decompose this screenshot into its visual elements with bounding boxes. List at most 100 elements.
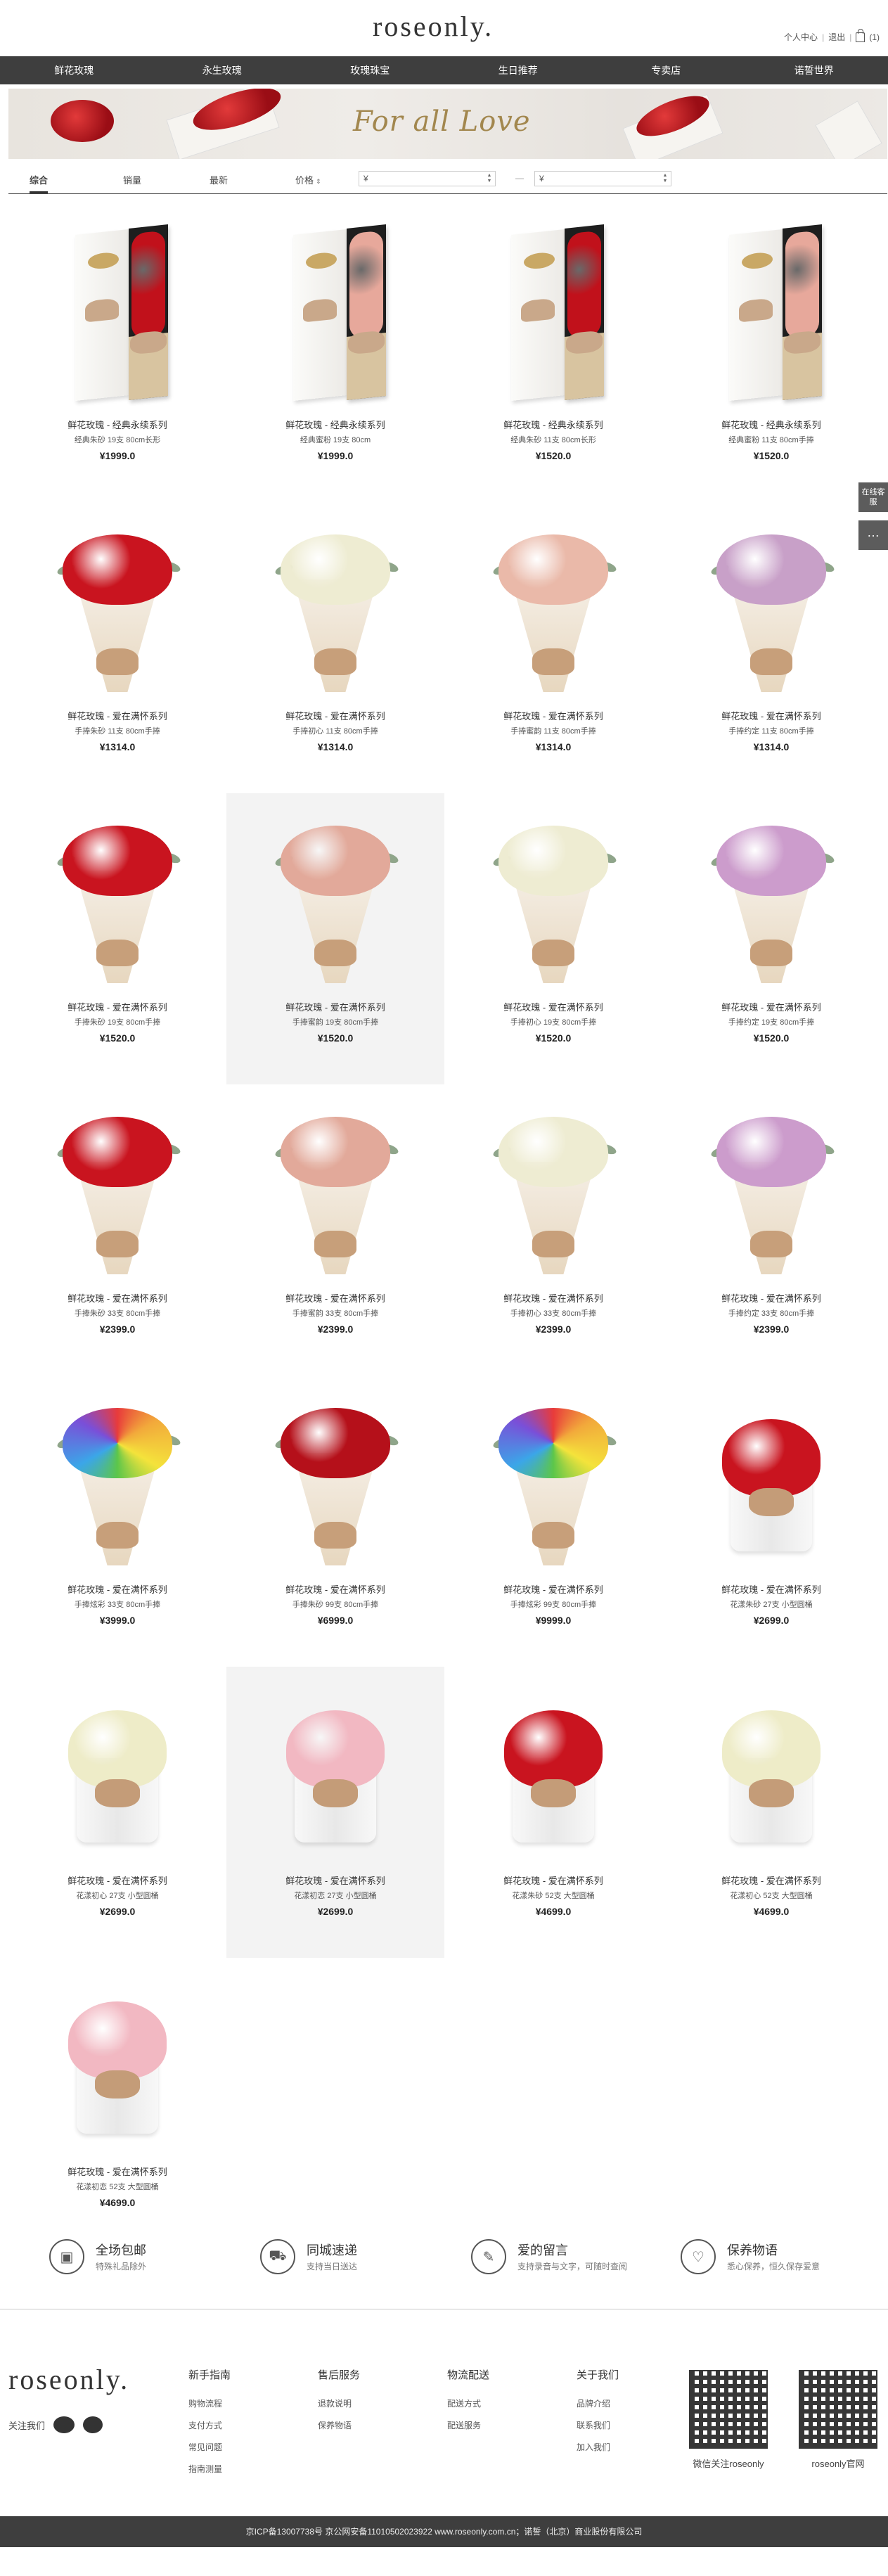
product-image[interactable]: [47, 1674, 188, 1864]
promo-banner[interactable]: For all Love: [8, 89, 887, 159]
product-card[interactable]: 鲜花玫瑰 - 爱在满怀系列 手捧朱砂 11支 80cm手捧 ¥1314.0: [8, 502, 226, 793]
product-title[interactable]: 鲜花玫瑰 - 爱在满怀系列: [8, 1873, 226, 1887]
product-image[interactable]: [265, 218, 406, 408]
product-image[interactable]: [47, 1383, 188, 1572]
product-title[interactable]: 鲜花玫瑰 - 爱在满怀系列: [662, 1291, 880, 1305]
product-card[interactable]: 鲜花玫瑰 - 爱在满怀系列 手捧初心 33支 80cm手捧 ¥2399.0: [444, 1084, 662, 1376]
chat-icon[interactable]: …: [858, 520, 888, 550]
sort-newest-tab[interactable]: 最新: [210, 173, 228, 186]
product-title[interactable]: 鲜花玫瑰 - 爱在满怀系列: [662, 709, 880, 722]
product-image[interactable]: [483, 1091, 624, 1281]
product-image[interactable]: [701, 1091, 842, 1281]
product-card[interactable]: 鲜花玫瑰 - 爱在满怀系列 手捧炫彩 33支 80cm手捧 ¥3999.0: [8, 1376, 226, 1667]
product-title[interactable]: 鲜花玫瑰 - 爱在满怀系列: [226, 709, 444, 722]
product-title[interactable]: 鲜花玫瑰 - 经典永续系列: [662, 418, 880, 431]
nav-item-fresh-roses[interactable]: 鲜花玫瑰: [0, 56, 148, 84]
weibo-icon[interactable]: [83, 2416, 103, 2433]
product-card[interactable]: 鲜花玫瑰 - 爱在满怀系列 手捧炫彩 99支 80cm手捧 ¥9999.0: [444, 1376, 662, 1667]
product-image[interactable]: [483, 800, 624, 990]
product-card[interactable]: 鲜花玫瑰 - 爱在满怀系列 手捧初心 11支 80cm手捧 ¥1314.0: [226, 502, 444, 793]
footer-link[interactable]: 指南测量: [188, 2463, 294, 2475]
product-title[interactable]: 鲜花玫瑰 - 经典永续系列: [444, 418, 662, 431]
product-card[interactable]: 鲜花玫瑰 - 爱在满怀系列 手捧约定 11支 80cm手捧 ¥1314.0: [662, 502, 880, 793]
logout-link[interactable]: 退出: [828, 31, 845, 43]
product-image[interactable]: [483, 1674, 624, 1864]
nav-item-world[interactable]: 诺誓世界: [740, 56, 888, 84]
product-card[interactable]: 鲜花玫瑰 - 经典永续系列 经典蜜粉 11支 80cm手捧 ¥1520.0: [662, 211, 880, 502]
product-card[interactable]: 鲜花玫瑰 - 经典永续系列 经典朱砂 11支 80cm长形 ¥1520.0: [444, 211, 662, 502]
footer-link[interactable]: 购物流程: [188, 2397, 294, 2409]
product-card[interactable]: 鲜花玫瑰 - 爱在满怀系列 手捧初心 19支 80cm手捧 ¥1520.0: [444, 793, 662, 1084]
footer-link[interactable]: 品牌介绍: [577, 2397, 682, 2409]
cart-icon[interactable]: [856, 28, 866, 42]
product-card[interactable]: 鲜花玫瑰 - 爱在满怀系列 花漾朱砂 52支 大型圆桶 ¥4699.0: [444, 1667, 662, 1958]
product-card[interactable]: 鲜花玫瑰 - 爱在满怀系列 手捧蜜韵 11支 80cm手捧 ¥1314.0: [444, 502, 662, 793]
product-image[interactable]: [701, 1674, 842, 1864]
product-image[interactable]: [265, 1674, 406, 1864]
product-title[interactable]: 鲜花玫瑰 - 爱在满怀系列: [662, 1000, 880, 1013]
product-card[interactable]: 鲜花玫瑰 - 爱在满怀系列 手捧朱砂 19支 80cm手捧 ¥1520.0: [8, 793, 226, 1084]
price-from-input[interactable]: ¥ ▲ ▼: [359, 171, 496, 186]
product-title[interactable]: 鲜花玫瑰 - 爱在满怀系列: [8, 2165, 226, 2178]
product-image[interactable]: [47, 1091, 188, 1281]
cart-count[interactable]: (1): [869, 32, 880, 42]
product-image[interactable]: [483, 509, 624, 699]
product-title[interactable]: 鲜花玫瑰 - 爱在满怀系列: [8, 709, 226, 722]
product-title[interactable]: 鲜花玫瑰 - 经典永续系列: [226, 418, 444, 431]
sort-sales-tab[interactable]: 销量: [123, 173, 141, 186]
footer-link[interactable]: 联系我们: [577, 2419, 682, 2431]
product-title[interactable]: 鲜花玫瑰 - 爱在满怀系列: [444, 1873, 662, 1887]
nav-item-eternal-roses[interactable]: 永生玫瑰: [148, 56, 297, 84]
product-title[interactable]: 鲜花玫瑰 - 经典永续系列: [8, 418, 226, 431]
product-image[interactable]: [47, 1965, 188, 2155]
product-title[interactable]: 鲜花玫瑰 - 爱在满怀系列: [444, 1000, 662, 1013]
product-image[interactable]: [265, 1383, 406, 1572]
online-service-button[interactable]: 在线客服: [858, 482, 888, 512]
product-card[interactable]: 鲜花玫瑰 - 爱在满怀系列 花漾初心 52支 大型圆桶 ¥4699.0: [662, 1667, 880, 1958]
product-image[interactable]: [701, 509, 842, 699]
product-title[interactable]: 鲜花玫瑰 - 爱在满怀系列: [444, 1291, 662, 1305]
product-title[interactable]: 鲜花玫瑰 - 爱在满怀系列: [444, 709, 662, 722]
site-logo[interactable]: roseonly.: [373, 10, 494, 43]
product-card[interactable]: 鲜花玫瑰 - 爱在满怀系列 花漾初恋 52支 大型圆桶 ¥4699.0: [8, 1958, 226, 2249]
product-image[interactable]: [701, 800, 842, 990]
product-card[interactable]: 鲜花玫瑰 - 爱在满怀系列 花漾朱砂 27支 小型圆桶 ¥2699.0: [662, 1376, 880, 1667]
sort-default-tab[interactable]: 综合: [30, 173, 49, 193]
product-card[interactable]: 鲜花玫瑰 - 爱在满怀系列 手捧蜜韵 33支 80cm手捧 ¥2399.0: [226, 1084, 444, 1376]
nav-item-birthday[interactable]: 生日推荐: [444, 56, 593, 84]
product-title[interactable]: 鲜花玫瑰 - 爱在满怀系列: [8, 1291, 226, 1305]
product-image[interactable]: [47, 800, 188, 990]
footer-link[interactable]: 常见问题: [188, 2441, 294, 2453]
footer-link[interactable]: 配送方式: [447, 2397, 553, 2409]
product-image[interactable]: [265, 1091, 406, 1281]
product-title[interactable]: 鲜花玫瑰 - 爱在满怀系列: [8, 1582, 226, 1596]
product-card[interactable]: 鲜花玫瑰 - 爱在满怀系列 花漾初恋 27支 小型圆桶 ¥2699.0: [226, 1667, 444, 1958]
product-card[interactable]: 鲜花玫瑰 - 爱在满怀系列 手捧朱砂 99支 80cm手捧 ¥6999.0: [226, 1376, 444, 1667]
nav-item-stores[interactable]: 专卖店: [592, 56, 740, 84]
product-title[interactable]: 鲜花玫瑰 - 爱在满怀系列: [226, 1000, 444, 1013]
product-image[interactable]: [47, 218, 188, 408]
product-card[interactable]: 鲜花玫瑰 - 爱在满怀系列 花漾初心 27支 小型圆桶 ¥2699.0: [8, 1667, 226, 1958]
user-center-link[interactable]: 个人中心: [784, 31, 818, 43]
product-image[interactable]: [701, 1383, 842, 1572]
product-card[interactable]: 鲜花玫瑰 - 爱在满怀系列 手捧朱砂 33支 80cm手捧 ¥2399.0: [8, 1084, 226, 1376]
product-title[interactable]: 鲜花玫瑰 - 爱在满怀系列: [662, 1582, 880, 1596]
product-title[interactable]: 鲜花玫瑰 - 爱在满怀系列: [226, 1873, 444, 1887]
product-title[interactable]: 鲜花玫瑰 - 爱在满怀系列: [8, 1000, 226, 1013]
product-title[interactable]: 鲜花玫瑰 - 爱在满怀系列: [226, 1582, 444, 1596]
product-card[interactable]: 鲜花玫瑰 - 经典永续系列 经典蜜粉 19支 80cm ¥1999.0: [226, 211, 444, 502]
wechat-icon[interactable]: [53, 2416, 75, 2433]
product-card[interactable]: 鲜花玫瑰 - 经典永续系列 经典朱砂 19支 80cm长形 ¥1999.0: [8, 211, 226, 502]
spinner-icon[interactable]: ▲ ▼: [485, 173, 494, 184]
product-card[interactable]: 鲜花玫瑰 - 爱在满怀系列 手捧约定 19支 80cm手捧 ¥1520.0: [662, 793, 880, 1084]
nav-item-jewelry[interactable]: 玫瑰珠宝: [296, 56, 444, 84]
product-image[interactable]: [483, 1383, 624, 1572]
footer-link[interactable]: 保养物语: [318, 2419, 423, 2431]
product-title[interactable]: 鲜花玫瑰 - 爱在满怀系列: [662, 1873, 880, 1887]
footer-link[interactable]: 配送服务: [447, 2419, 553, 2431]
product-image[interactable]: [265, 509, 406, 699]
sort-price-tab[interactable]: 价格 ⇕: [295, 173, 321, 186]
product-image[interactable]: [265, 800, 406, 990]
footer-link[interactable]: 支付方式: [188, 2419, 294, 2431]
product-card[interactable]: 鲜花玫瑰 - 爱在满怀系列 手捧蜜韵 19支 80cm手捧 ¥1520.0: [226, 793, 444, 1084]
